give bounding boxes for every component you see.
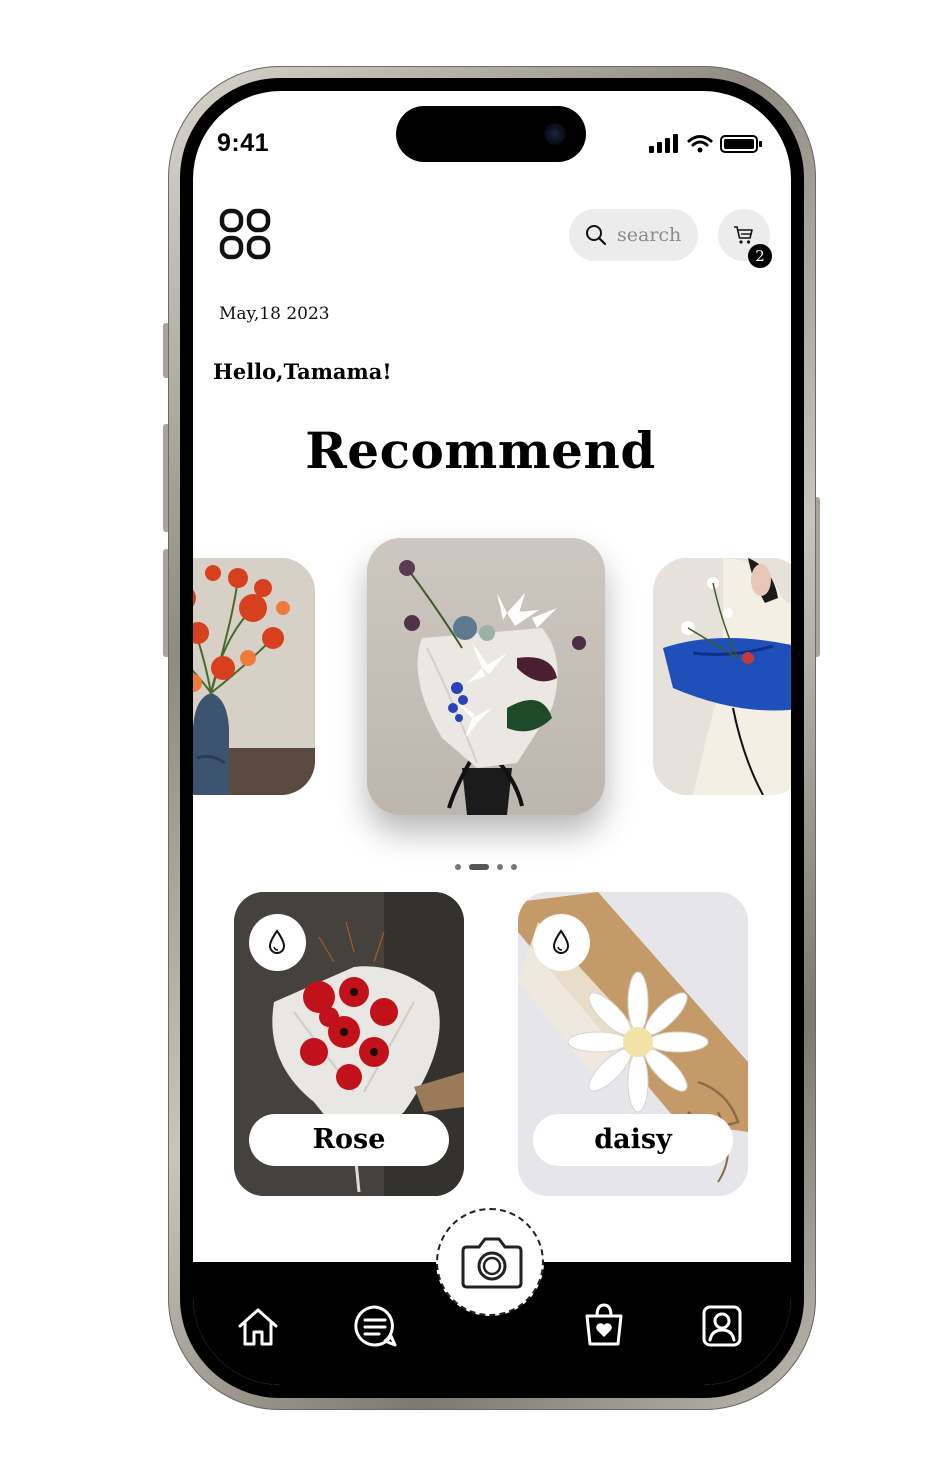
grid-menu-icon[interactable]: [219, 208, 271, 260]
product-card-rose[interactable]: Rose: [234, 892, 464, 1196]
lily-bouquet-image: [367, 538, 605, 815]
front-camera-lens: [544, 123, 566, 145]
water-drop-icon: [268, 929, 286, 954]
product-label: Rose: [249, 1114, 449, 1166]
camera-button[interactable]: [436, 1208, 544, 1316]
pagination-dot[interactable]: [455, 864, 461, 870]
poppies-image: [193, 558, 315, 795]
water-button[interactable]: [533, 914, 590, 971]
water-drop-icon: [552, 929, 570, 954]
cart-icon: [734, 226, 753, 244]
section-title: Recommend: [305, 421, 656, 480]
app-screen: 9:41 search 2 May,18 2023 Hello,Tamama! …: [193, 91, 791, 1385]
status-time: 9:41: [217, 129, 270, 157]
wifi-icon: [687, 135, 713, 153]
dynamic-island: [396, 106, 586, 162]
profile-icon[interactable]: [700, 1304, 744, 1348]
greeting: Hello,Tamama!: [213, 359, 392, 384]
cellular-signal-icon: [649, 134, 678, 153]
pagination-dot[interactable]: [511, 864, 517, 870]
search-icon: [586, 225, 607, 246]
cart-badge: 2: [748, 244, 772, 268]
home-icon[interactable]: [236, 1304, 280, 1348]
date-label: May,18 2023: [219, 304, 330, 324]
search-placeholder: search: [617, 224, 682, 246]
blue-bouquet-image: [653, 558, 791, 795]
battery-icon: [720, 135, 762, 153]
carousel-card-poppies[interactable]: [193, 558, 315, 795]
chat-icon[interactable]: [353, 1304, 397, 1348]
carousel-pagination: [455, 863, 525, 871]
pagination-dot[interactable]: [497, 864, 503, 870]
carousel-card-lily[interactable]: [367, 538, 605, 815]
search-input[interactable]: search: [569, 209, 698, 261]
water-button[interactable]: [249, 914, 306, 971]
pagination-dot-active[interactable]: [469, 864, 489, 870]
carousel-card-blue-wrap[interactable]: [653, 558, 791, 795]
product-card-daisy[interactable]: daisy: [518, 892, 748, 1196]
status-icons: [649, 134, 762, 153]
product-label: daisy: [533, 1114, 733, 1166]
shopping-bag-icon[interactable]: [582, 1302, 626, 1346]
camera-icon: [461, 1237, 523, 1289]
